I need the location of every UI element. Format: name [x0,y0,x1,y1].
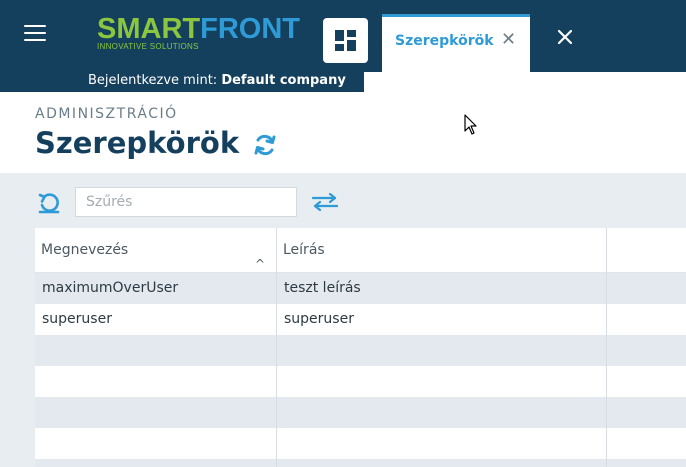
table-cell: maximumOverUser [35,273,277,304]
table-row [35,335,686,366]
logo: SMARTFRONT INNOVATIVE SOLUTIONS [97,14,302,54]
top-bar: SMARTFRONT INNOVATIVE SOLUTIONS Szerepkö… [0,0,686,72]
table-cell [277,428,607,459]
close-icon[interactable]: ✕ [501,30,516,50]
table-row[interactable]: maximumOverUser teszt leírás [35,273,686,304]
login-info: Bejelentkezve mint: Default company [0,72,364,92]
table-row [35,428,686,459]
filter-input[interactable] [75,187,297,217]
hamburger-icon[interactable] [24,25,46,43]
table-cell: superuser [35,304,277,335]
table-cell: teszt leírás [277,273,607,304]
table-row [35,366,686,397]
table-row [35,459,686,467]
table-body: maximumOverUser teszt leírás superuser s… [35,273,686,467]
table-cell [35,428,277,459]
logo-front: FRONT [200,13,300,45]
table-cell [277,335,607,366]
breadcrumb: ADMINISZTRÁCIÓ [35,106,178,122]
table-cell [35,366,277,397]
swap-arrows-icon[interactable] [312,193,338,211]
table-cell [277,397,607,428]
content-area: Megnevezés ^ Leírás maximumOverUser tesz… [0,173,686,467]
close-icon[interactable] [556,28,574,46]
page-title: Szerepkörök [35,126,240,160]
tab-szerepkorok[interactable]: Szerepkörök ✕ [382,14,530,72]
column-header-label: Leírás [283,242,325,258]
column-header-megnevezes[interactable]: Megnevezés ^ [35,228,277,273]
table-cell: superuser [277,304,607,335]
column-header-leiras[interactable]: Leírás [277,228,607,273]
table-cell [35,335,277,366]
table-row [35,397,686,428]
login-company: Default company [221,73,346,88]
table-cell [35,459,277,467]
undo-icon[interactable] [38,192,62,214]
logo-smart: SMART [97,13,201,45]
login-prefix: Bejelentkezve mint: [88,73,218,88]
mouse-cursor-icon [464,114,477,135]
table-cell [35,397,277,428]
roles-table: Megnevezés ^ Leírás maximumOverUser tesz… [35,228,686,467]
tab-label: Szerepkörök [395,33,494,49]
table-row[interactable]: superuser superuser [35,304,686,335]
table-cell [277,366,607,397]
table-header: Megnevezés ^ Leírás [35,228,686,273]
dashboard-button[interactable] [323,18,368,63]
refresh-icon[interactable] [253,133,277,157]
table-cell [277,459,607,467]
dashboard-icon [335,30,356,51]
column-header-label: Megnevezés [41,242,129,258]
